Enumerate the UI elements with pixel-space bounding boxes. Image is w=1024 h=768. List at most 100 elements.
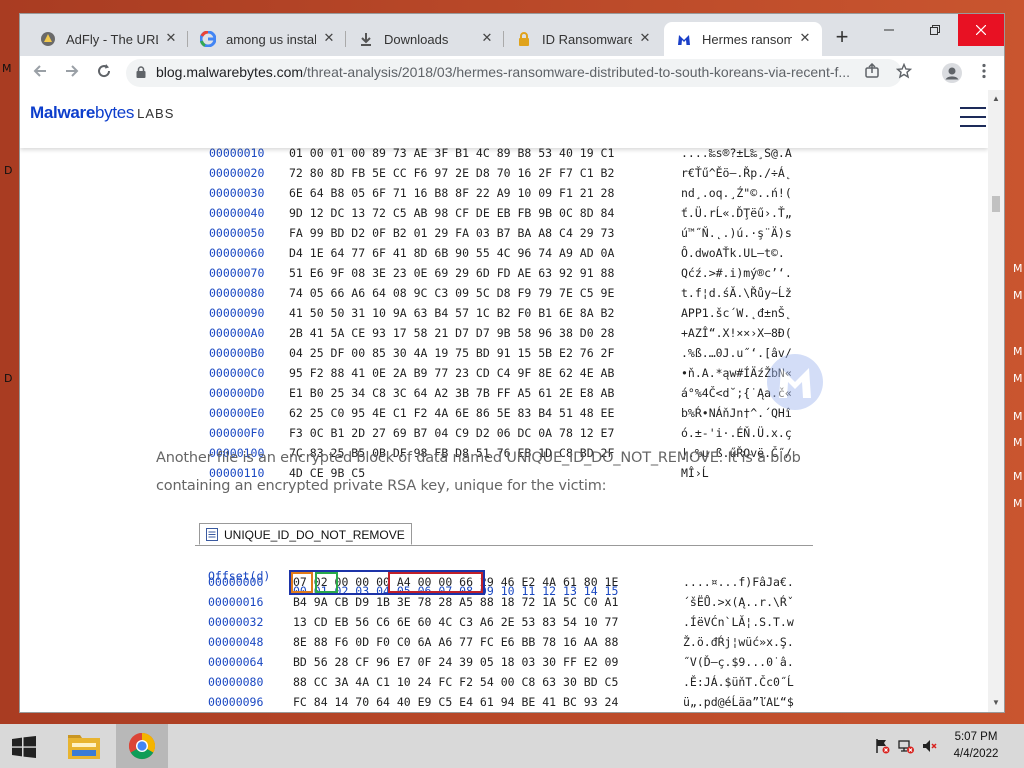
hex-ascii: +AZÎ“.X!××›X–8Đ( — [681, 326, 792, 340]
network-icon[interactable] — [898, 738, 914, 754]
hex-offset: 000000F0 — [209, 426, 265, 440]
hex-offset: 00000096 — [208, 695, 264, 709]
taskbar: 5:07 PM 4/4/2022 — [0, 724, 1024, 768]
hex-bytes: B4 9A CB D9 1B 3E 78 28 A5 88 18 72 1A 5… — [293, 595, 619, 609]
close-tab-icon[interactable]: ✕ — [638, 31, 652, 45]
hex-offset: 00000030 — [209, 186, 265, 200]
hex-ascii: r€Ťű^Ěö—.Řp./÷Á˛ — [681, 166, 792, 180]
browser-toolbar: blog.malwarebytes.com/threat-analysis/20… — [20, 56, 1004, 90]
tab-hermes-ransomware[interactable]: Hermes ransomw ✕ — [664, 22, 822, 56]
tab-id-ransomware[interactable]: ID Ransomware ✕ — [504, 22, 662, 56]
start-button[interactable] — [0, 724, 48, 768]
restore-button[interactable] — [912, 14, 958, 46]
hamburger-menu-button[interactable] — [960, 107, 986, 127]
hex-ascii: ....‰s®?±L‰¸S@.Á — [681, 146, 792, 160]
malwarebytes-watermark-icon — [767, 354, 823, 410]
page-scrollbar[interactable]: ▲ ▼ — [988, 90, 1004, 712]
hex-bytes: 04 25 DF 00 85 30 4A 19 75 BD 91 15 5B E… — [289, 346, 615, 360]
hex-offset: 00000080 — [209, 286, 265, 300]
menu-button[interactable] — [974, 63, 994, 83]
forward-button[interactable] — [60, 61, 84, 85]
page-content: Malwarebytes LABS 00000010 01 00 01 00 89 … — [20, 90, 988, 712]
close-tab-icon[interactable]: ✕ — [798, 31, 812, 45]
hex-bytes: 41 50 50 31 10 9A 63 B4 57 1C B2 F0 B1 6… — [289, 306, 615, 320]
logo-text: bytes — [95, 103, 135, 122]
desktop-label: D — [4, 372, 13, 385]
hex-ascii: .ÍëVĆn`LĂ¦.S.T.w — [683, 615, 794, 629]
desktop-label: M — [1013, 372, 1023, 385]
hex-ascii: ť.Ü.rĹ«.ĎŢëű›.Ť„ — [681, 206, 792, 220]
windows-logo-icon — [12, 736, 36, 758]
hex-editor-file-tab: UNIQUE_ID_DO_NOT_REMOVE — [199, 523, 412, 545]
taskbar-chrome[interactable] — [116, 724, 168, 768]
hex-offset: 000000B0 — [209, 346, 265, 360]
desktop-label: M — [1013, 345, 1023, 358]
desktop-label: M — [2, 62, 12, 75]
hex-bytes: E1 B0 25 34 C8 3C 64 A2 3B 7B FF A5 61 2… — [289, 386, 615, 400]
hex-bytes: 9D 12 DC 13 72 C5 AB 98 CF DE EB FB 9B 0… — [289, 206, 615, 220]
hex-ascii: ´šËŮ.>x(Ą..r.\Ŕˇ — [683, 595, 794, 609]
desktop-label: M — [1013, 497, 1023, 510]
tab-among-us[interactable]: among us install f ✕ — [188, 22, 346, 56]
scroll-down-arrow[interactable]: ▼ — [992, 698, 1000, 708]
hex-offset: 000000D0 — [209, 386, 265, 400]
desktop-label: M — [1013, 410, 1023, 423]
back-button[interactable] — [28, 61, 52, 85]
highlight-box-red — [388, 572, 484, 593]
hex-bytes: FA 99 BD D2 0F B2 01 29 FA 03 B7 BA A8 C… — [289, 226, 615, 240]
tab-downloads[interactable]: Downloads ✕ — [346, 22, 504, 56]
hamburger-line — [960, 116, 986, 118]
desktop-label: M — [1013, 289, 1023, 302]
hex-bytes: 8E 88 F6 0D F0 C0 6A A6 77 FC E6 BB 78 1… — [293, 635, 619, 649]
close-tab-icon[interactable]: ✕ — [164, 31, 178, 45]
hex-bytes: 95 F2 88 41 0E 2A B9 77 23 CD C4 9F 8E 6… — [289, 366, 615, 380]
google-icon — [200, 31, 216, 47]
hex-offset: 00000064 — [208, 655, 264, 669]
address-bar[interactable]: blog.malwarebytes.com/threat-analysis/20… — [126, 59, 913, 87]
url-text[interactable]: blog.malwarebytes.com/threat-analysis/20… — [156, 64, 876, 80]
minimize-button[interactable] — [866, 14, 912, 46]
hex-editor-tabbar: UNIQUE_ID_DO_NOT_REMOVE — [195, 523, 813, 546]
share-button[interactable] — [862, 62, 882, 83]
profile-button[interactable] — [942, 63, 962, 83]
tab-label: Downloads — [384, 31, 449, 47]
chrome-window: AdFly - The URL s ✕ among us install f ✕… — [20, 14, 1004, 712]
close-tab-icon[interactable]: ✕ — [322, 31, 336, 45]
hex-bytes: D4 1E 64 77 6F 41 8D 6B 90 55 4C 96 74 A… — [289, 246, 615, 260]
scroll-thumb[interactable] — [992, 196, 1000, 212]
hex-offset: 00000040 — [209, 206, 265, 220]
logo-text-bold: Malware — [30, 103, 95, 122]
taskbar-file-explorer[interactable] — [58, 724, 110, 768]
share-icon — [865, 62, 879, 78]
volume-muted-icon[interactable] — [922, 738, 938, 754]
hex-ascii: Ž.ö.đŔj¦wüć»x.Ş. — [683, 635, 794, 649]
profile-avatar-icon — [942, 63, 962, 83]
site-header: Malwarebytes LABS — [20, 90, 988, 148]
url-host: blog.malwarebytes.com — [156, 64, 304, 80]
hex-offset: 00000016 — [208, 595, 264, 609]
star-icon — [895, 62, 913, 79]
chrome-icon — [128, 732, 156, 760]
close-window-button[interactable] — [958, 14, 1004, 46]
reload-button[interactable] — [92, 61, 116, 85]
new-tab-button[interactable]: + — [832, 26, 852, 48]
action-center-flag-icon[interactable] — [874, 738, 890, 754]
tab-adfly[interactable]: AdFly - The URL s ✕ — [28, 22, 188, 56]
hex-bytes: 62 25 C0 95 4E C1 F2 4A 6E 86 5E 83 B4 5… — [289, 406, 615, 420]
close-tab-icon[interactable]: ✕ — [480, 31, 494, 45]
url-path: /threat-analysis/2018/03/hermes-ransomwa… — [303, 64, 851, 80]
bookmark-button[interactable] — [894, 62, 914, 83]
hex-offset: 000000A0 — [209, 326, 265, 340]
taskbar-clock[interactable]: 5:07 PM 4/4/2022 — [944, 729, 1008, 763]
hex-bytes: 2B 41 5A CE 93 17 58 21 D7 D7 9B 58 96 3… — [289, 326, 615, 340]
hex-ascii: APP1.šc´W.˛đ±nŠ˛ — [681, 306, 792, 320]
scroll-up-arrow[interactable]: ▲ — [992, 94, 1000, 104]
hamburger-line — [960, 107, 986, 109]
article-paragraph: Another file is an encrypted block of da… — [156, 450, 801, 494]
malwarebytes-labs-logo[interactable]: Malwarebytes LABS — [30, 103, 174, 123]
download-icon — [361, 33, 371, 46]
hex-offset: 00000080 — [208, 675, 264, 689]
forward-arrow-icon — [66, 65, 79, 77]
hex-offset: 00000090 — [209, 306, 265, 320]
hex-offset: 00000010 — [209, 146, 265, 160]
